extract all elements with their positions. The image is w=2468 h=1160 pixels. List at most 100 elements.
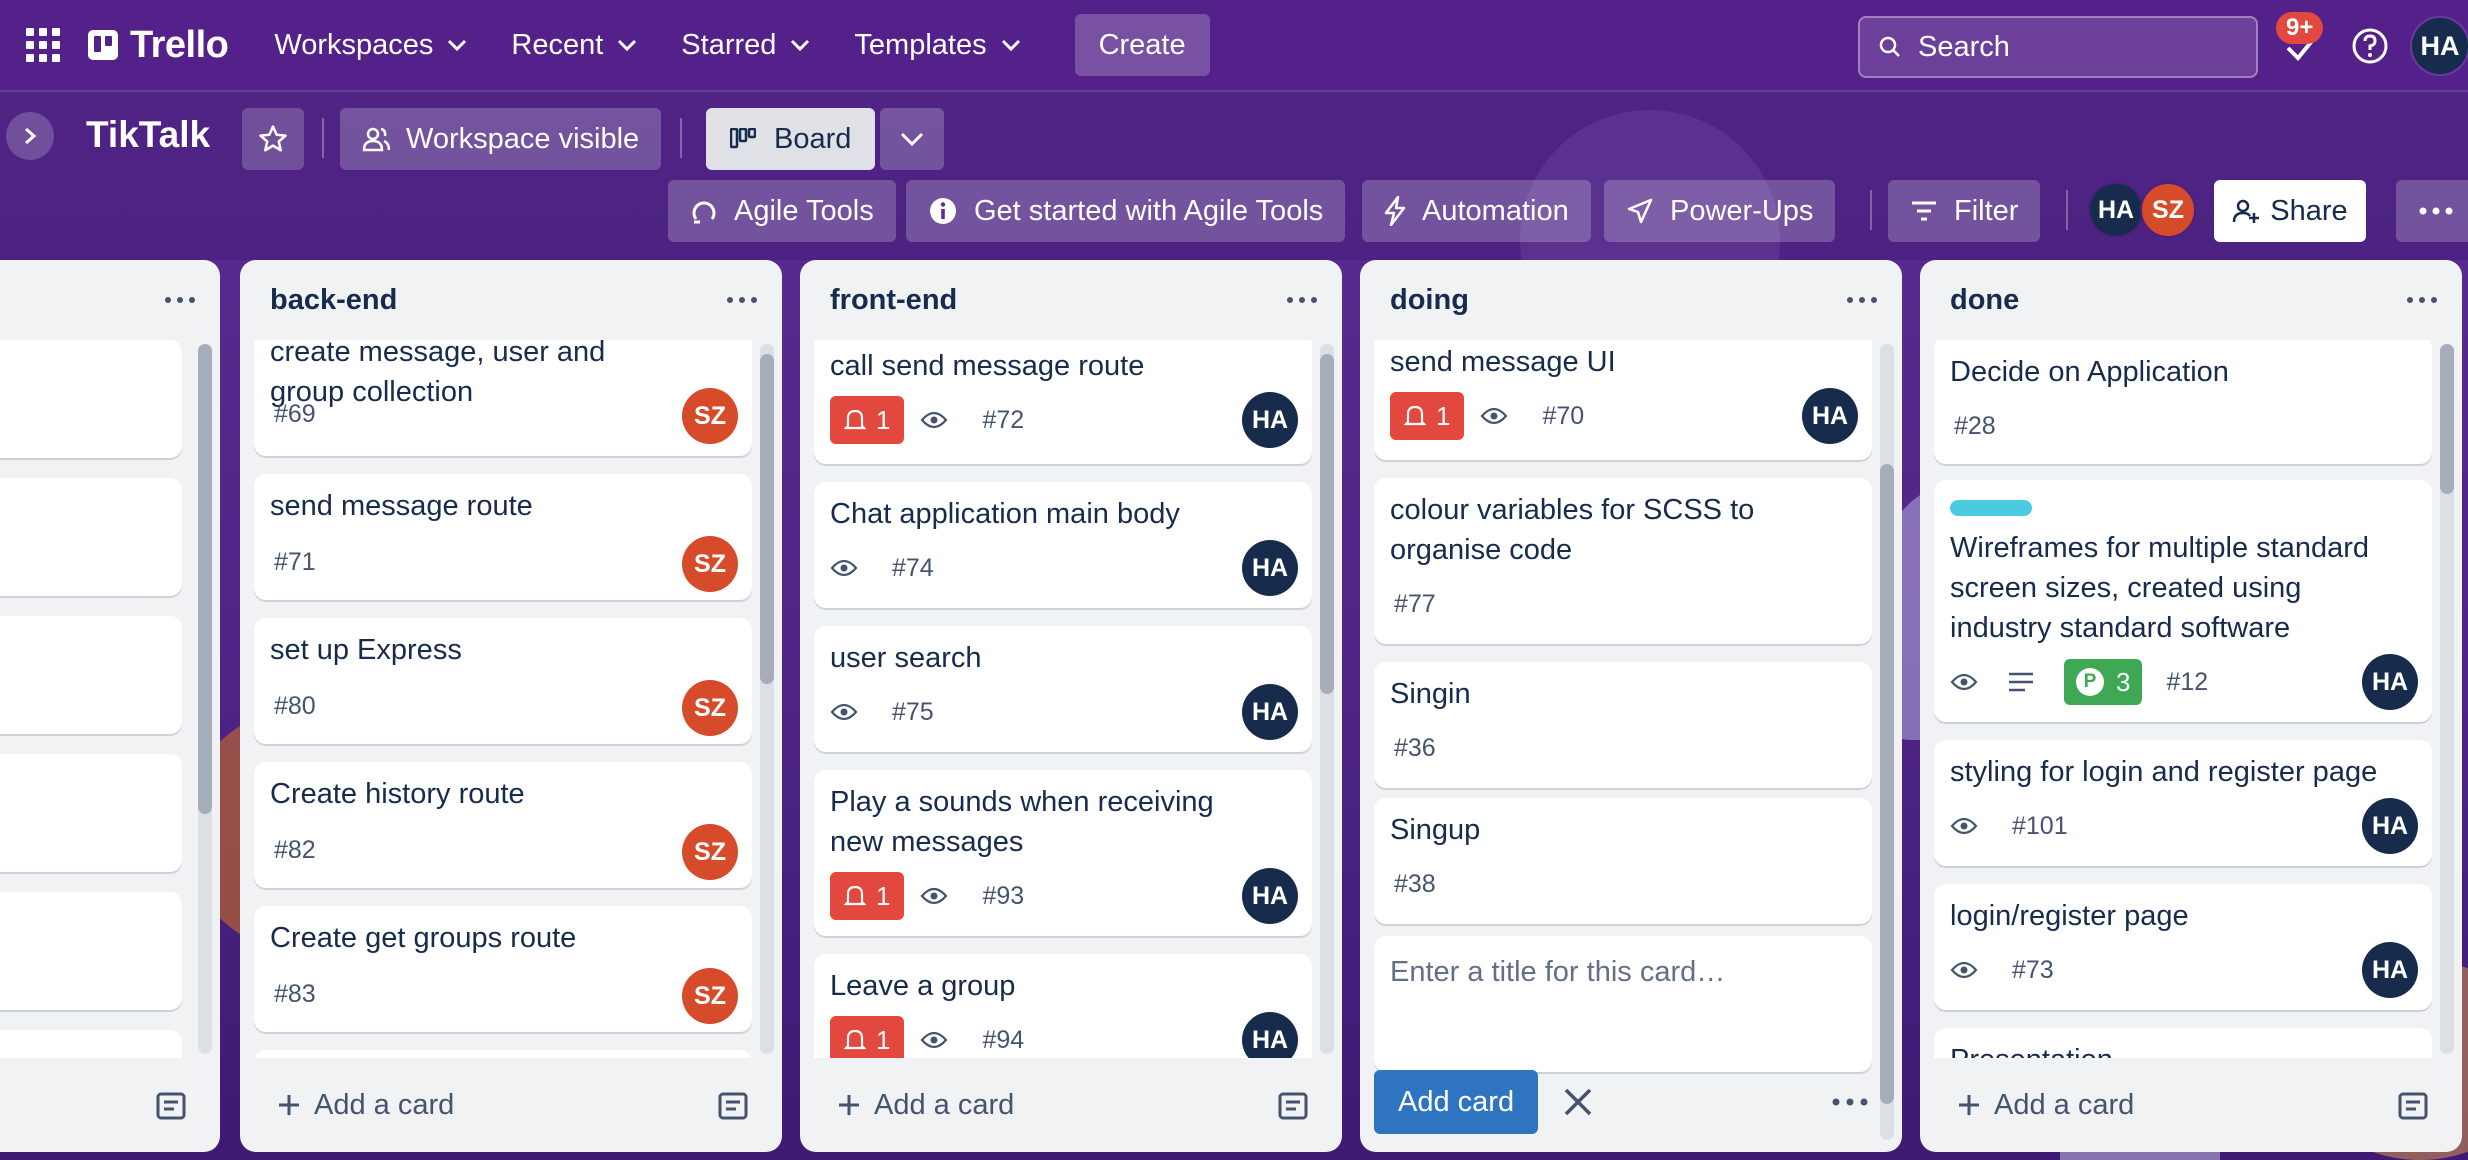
eye-icon [1950,673,1978,691]
add-card-button[interactable]: Add a card [800,1058,1342,1152]
card[interactable]: call send message route 1 #72 HA [814,340,1312,464]
card-member-avatar[interactable]: HA [1242,392,1298,448]
automation-button[interactable]: Automation [1362,180,1591,242]
card-member-avatar[interactable]: SZ [682,388,738,444]
list-menu-icon[interactable] [2404,282,2440,318]
board-menu-button[interactable] [2396,180,2468,242]
card[interactable]: Create get groups route #83 SZ [254,906,752,1032]
list-title[interactable]: done [1920,260,2462,340]
alert-count: 1 [876,880,891,911]
card-member-avatar[interactable]: HA [1242,868,1298,924]
card-template-icon[interactable] [1274,1086,1314,1126]
card-template-icon[interactable] [152,1086,192,1126]
workspaces-menu[interactable]: Workspaces [256,17,485,73]
card-template-icon[interactable] [2394,1086,2434,1126]
list-scrollbar[interactable] [760,344,774,1054]
card[interactable]: set up Express #80 SZ [254,618,752,744]
scrollbar-thumb[interactable] [1880,464,1894,1104]
card[interactable]: Create history route #82 SZ [254,762,752,888]
card-member-avatar[interactable]: HA [1242,1012,1298,1058]
power-ups-button[interactable]: Power-Ups [1604,180,1836,242]
share-button[interactable]: Share [2214,180,2366,242]
card[interactable]: Singup #38 [1374,798,1872,924]
scrollbar-thumb[interactable] [2440,344,2454,494]
board-view-button[interactable]: Board [706,108,876,170]
help-icon[interactable] [2350,26,2390,66]
scrollbar-thumb[interactable] [1320,354,1334,694]
card[interactable]: send message route #71 SZ [254,474,752,600]
recent-menu[interactable]: Recent [493,17,655,73]
sidebar-expand-button[interactable] [6,112,54,160]
list-scrollbar[interactable] [1880,344,1894,1140]
list-menu-icon[interactable] [724,282,760,318]
card[interactable] [0,892,182,1010]
card[interactable]: Singin #36 [1374,662,1872,788]
search-input[interactable]: Search [1858,16,2258,78]
close-icon[interactable] [1556,1080,1600,1124]
trello-logo[interactable]: Trello [88,20,229,70]
get-started-agile-tools-button[interactable]: Get started with Agile Tools [906,180,1346,242]
card-label[interactable] [1950,500,2032,516]
card[interactable]: Chat application main body #74 HA [814,482,1312,608]
card-number: #83 [274,979,316,1008]
new-card-title-input[interactable]: Enter a title for this card… [1374,936,1872,1072]
card-member-avatar[interactable]: HA [2362,798,2418,854]
list-title[interactable]: doing [1360,260,1902,340]
card[interactable] [0,478,182,596]
card[interactable]: create message, user and group collectio… [254,340,752,456]
list-menu-icon[interactable] [162,282,198,318]
card-member-avatar[interactable]: HA [2362,654,2418,710]
card-member-avatar[interactable]: SZ [682,824,738,880]
member-avatar[interactable]: SZ [2140,182,2196,238]
card[interactable]: user search #75 HA [814,626,1312,752]
card[interactable]: login/register page #73 HA [1934,884,2432,1010]
filter-label: Filter [1954,194,2019,227]
card[interactable] [0,340,182,458]
user-avatar[interactable]: HA [2410,16,2468,76]
card[interactable]: Leave a group 1 #94 HA [814,954,1312,1058]
workspace-visible-button[interactable]: Workspace visible [340,108,662,170]
card-member-avatar[interactable]: SZ [682,680,738,736]
list-scrollbar[interactable] [2440,344,2454,1054]
card[interactable]: colour variables for SCSS to organise co… [1374,478,1872,644]
star-board-button[interactable] [242,108,304,170]
card-member-avatar[interactable]: HA [1242,684,1298,740]
card[interactable] [254,1050,752,1058]
card[interactable]: Play a sounds when receiving new message… [814,770,1312,936]
filter-button[interactable]: Filter [1888,180,2041,242]
card[interactable] [0,1030,182,1058]
card-member-avatar[interactable]: HA [2362,942,2418,998]
card[interactable] [0,754,182,872]
scrollbar-thumb[interactable] [198,344,212,814]
card-member-avatar[interactable]: SZ [682,536,738,592]
card[interactable]: styling for login and register page #101… [1934,740,2432,866]
card[interactable]: Wireframes for multiple standard screen … [1934,480,2432,722]
view-switcher-button[interactable] [880,108,944,170]
card-member-avatar[interactable]: HA [1802,388,1858,444]
add-card-button[interactable]: Add a card [240,1058,782,1152]
card[interactable]: send message UI 1 #70 HA [1374,340,1872,460]
list-scrollbar[interactable] [1320,344,1334,1054]
card[interactable]: Presentation [1934,1028,2432,1058]
list-title[interactable]: back-end [240,260,782,340]
add-card-submit-button[interactable]: Add card [1374,1070,1539,1134]
list-menu-icon[interactable] [1844,282,1880,318]
card[interactable]: Decide on Application #28 [1934,340,2432,464]
create-button[interactable]: Create [1074,14,1210,76]
card-member-avatar[interactable]: SZ [682,968,738,1024]
add-card-button[interactable]: Add a card [1920,1058,2462,1152]
member-avatar[interactable]: HA [2088,182,2144,238]
agile-tools-button[interactable]: Agile Tools [668,180,896,242]
list-title[interactable]: front-end [800,260,1342,340]
scrollbar-thumb[interactable] [760,354,774,684]
card-template-icon[interactable] [714,1086,754,1126]
templates-menu[interactable]: Templates [836,17,1038,73]
app-switcher-icon[interactable] [24,26,62,64]
card-member-avatar[interactable]: HA [1242,540,1298,596]
list-menu-icon[interactable] [1284,282,1320,318]
list-scrollbar[interactable] [198,344,212,1054]
more-options-icon[interactable] [1828,1082,1872,1122]
board-title[interactable]: TikTalk [86,114,210,156]
card[interactable] [0,616,182,734]
starred-menu[interactable]: Starred [663,17,828,73]
